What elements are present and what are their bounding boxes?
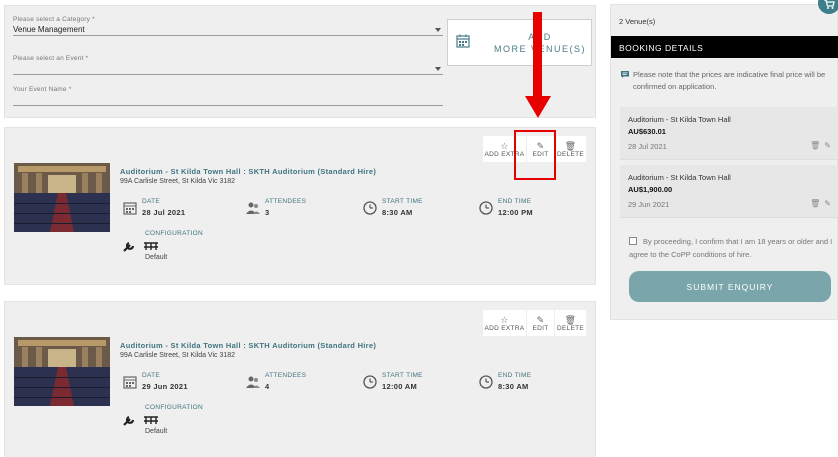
date-label: DATE (142, 372, 161, 379)
edit-icon[interactable]: ✎ (824, 199, 835, 208)
booking-date: 28 Jul 2021 (628, 142, 667, 151)
wrench-icon (123, 415, 135, 426)
start-time-value: 12:00 AM (382, 382, 418, 391)
calendar-icon (123, 376, 137, 389)
booking-date: 29 Jun 2021 (628, 200, 670, 209)
edit-icon: ✎ (536, 314, 545, 325)
category-label: Please select a Category * (13, 16, 95, 23)
trash-icon: 🗑 (564, 140, 577, 151)
venue-title[interactable]: Auditorium - St Kilda Town Hall : SKTH A… (120, 341, 376, 350)
booking-card: ☆ ADD EXTRA ✎ EDIT 🗑 DELETE Auditorium -… (4, 127, 596, 285)
venue-address: 99A Carlisle Street, St Kilda Vic 3182 (120, 352, 236, 359)
end-time-label: END TIME (498, 198, 532, 205)
clock-icon (479, 375, 493, 389)
date-value: 28 Jul 2021 (142, 208, 186, 217)
booking-sidebar: 2 Venue(s) BOOKING DETAILS Please note t… (610, 4, 838, 320)
end-time-label: END TIME (498, 372, 532, 379)
add-extra-label: ADD EXTRA (484, 324, 525, 332)
booking-summary-item: Auditorium - St Kilda Town Hall AU$630.0… (620, 107, 838, 160)
start-time-label: START TIME (382, 198, 423, 205)
annotation-highlight-box (514, 130, 556, 180)
wrench-icon (123, 241, 135, 252)
venue-photo (14, 337, 110, 406)
configuration-value: Default (145, 428, 168, 435)
delete-button[interactable]: 🗑 DELETE (554, 310, 586, 336)
star-icon: ☆ (500, 314, 509, 325)
price-note-text: Please note that the prices are indicati… (633, 70, 826, 91)
booking-venue-name: Auditorium - St Kilda Town Hall (628, 115, 731, 124)
trash-icon[interactable]: 🗑 (810, 141, 824, 150)
end-time-value: 8:30 AM (498, 382, 529, 391)
clock-icon (479, 201, 493, 215)
calendar-icon (456, 34, 470, 48)
booking-details-header: BOOKING DETAILS (611, 36, 838, 58)
booking-price: AU$630.01 (628, 127, 666, 136)
configuration-label: CONFIGURATION (145, 230, 203, 237)
booking-card: ☆ ADD EXTRA ✎ EDIT 🗑 DELETE Auditorium -… (4, 301, 596, 457)
terms-checkbox[interactable] (629, 237, 637, 245)
delete-label: DELETE (556, 150, 585, 158)
date-label: DATE (142, 198, 161, 205)
booking-venue-name: Auditorium - St Kilda Town Hall (628, 173, 731, 182)
category-select[interactable]: Please select a Category * Venue Managem… (13, 16, 443, 36)
edit-icon[interactable]: ✎ (824, 141, 835, 150)
annotation-arrow-head (525, 96, 551, 118)
attendees-value: 4 (265, 382, 270, 391)
star-icon: ☆ (500, 140, 509, 151)
start-time-value: 8:30 AM (382, 208, 413, 217)
theatre-seating-icon (144, 242, 158, 250)
calendar-icon (123, 202, 137, 215)
people-icon (246, 202, 260, 214)
venue-title[interactable]: Auditorium - St Kilda Town Hall : SKTH A… (120, 167, 376, 176)
event-name-input[interactable]: Your Event Name * (13, 86, 443, 106)
clock-icon (363, 375, 377, 389)
theatre-seating-icon (144, 416, 158, 424)
venue-count: 2 Venue(s) (619, 17, 656, 26)
trash-icon: 🗑 (564, 314, 577, 325)
booking-price: AU$1,900.00 (628, 185, 673, 194)
attendees-label: ATTENDEES (265, 198, 307, 205)
end-time-value: 12:00 PM (498, 208, 533, 217)
price-note: Please note that the prices are indicati… (621, 69, 836, 93)
attendees-label: ATTENDEES (265, 372, 307, 379)
delete-button[interactable]: 🗑 DELETE (554, 136, 586, 162)
event-name-label: Your Event Name * (13, 86, 72, 93)
event-form-panel: Please select a Category * Venue Managem… (4, 5, 596, 118)
attendees-value: 3 (265, 208, 270, 217)
start-time-label: START TIME (382, 372, 423, 379)
delete-label: DELETE (556, 324, 585, 332)
trash-icon[interactable]: 🗑 (810, 199, 824, 208)
event-select[interactable]: Please select an Event * (13, 55, 443, 75)
add-extra-button[interactable]: ☆ ADD EXTRA (482, 310, 526, 336)
configuration-value: Default (145, 254, 168, 261)
booking-summary-item: Auditorium - St Kilda Town Hall AU$1,900… (620, 165, 838, 218)
people-icon (246, 376, 260, 388)
venue-address: 99A Carlisle Street, St Kilda Vic 3182 (120, 178, 236, 185)
card-actions: ☆ ADD EXTRA ✎ EDIT 🗑 DELETE (482, 310, 586, 336)
terms-text: By proceeding, I confirm that I am 18 ye… (629, 237, 833, 259)
terms-agreement: By proceeding, I confirm that I am 18 ye… (629, 235, 834, 261)
annotation-arrow (533, 12, 542, 98)
event-label: Please select an Event * (13, 55, 89, 62)
add-more-venues-button[interactable]: ADD MORE VENUE(S) (447, 19, 592, 66)
configuration-label: CONFIGURATION (145, 404, 203, 411)
date-value: 29 Jun 2021 (142, 382, 188, 391)
clock-icon (363, 201, 377, 215)
edit-label: EDIT (532, 324, 549, 332)
info-icon (621, 71, 629, 78)
chevron-down-icon (435, 28, 441, 32)
chevron-down-icon (435, 67, 441, 71)
category-value: Venue Management (13, 25, 85, 34)
venue-photo (14, 163, 110, 232)
edit-button[interactable]: ✎ EDIT (526, 310, 554, 336)
submit-enquiry-button[interactable]: SUBMIT ENQUIRY (629, 271, 831, 302)
